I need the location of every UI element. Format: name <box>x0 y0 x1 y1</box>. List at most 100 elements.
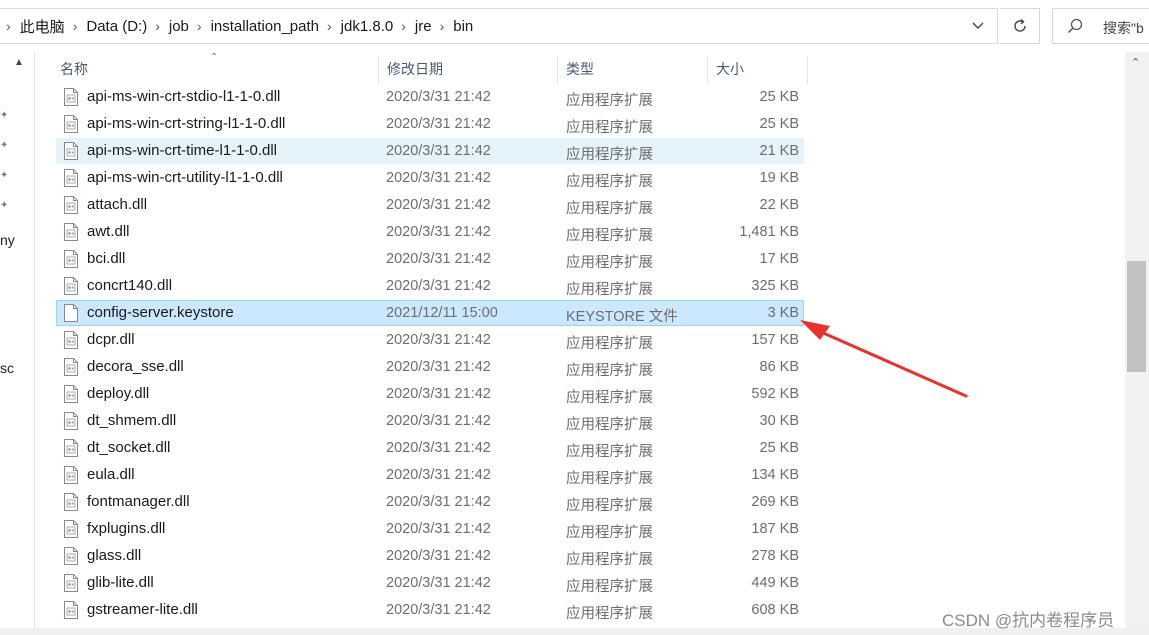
file-size: 25 KB <box>759 440 800 456</box>
file-row[interactable]: fontmanager.dll 2020/3/31 21:42 应用程序扩展 269 … <box>56 489 804 515</box>
chevron-right-icon[interactable]: › <box>440 18 445 34</box>
dll-file-icon <box>64 169 78 187</box>
address-history-button[interactable] <box>960 9 996 43</box>
dll-file-icon <box>64 385 78 403</box>
file-row[interactable]: fxplugins.dll 2020/3/31 21:42 应用程序扩展 187 KB <box>56 516 804 542</box>
file-row[interactable]: attach.dll 2020/3/31 21:42 应用程序扩展 22 KB <box>56 192 804 218</box>
column-divider[interactable] <box>707 56 708 84</box>
column-header-row: ⌃ 名称 修改日期 类型 大小 <box>34 52 1124 86</box>
search-box[interactable]: 搜索"b <box>1052 8 1149 44</box>
file-size: 608 KB <box>751 602 799 618</box>
dll-file-icon <box>64 574 78 592</box>
chevron-right-icon[interactable]: › <box>197 18 202 34</box>
column-divider[interactable] <box>557 56 558 84</box>
file-type: 应用程序扩展 <box>566 120 653 136</box>
file-date: 2020/3/31 21:42 <box>386 278 491 294</box>
breadcrumb-item[interactable]: job <box>169 18 189 35</box>
file-row[interactable]: awt.dll 2020/3/31 21:42 应用程序扩展 1,481 KB <box>56 219 804 245</box>
file-size: 278 KB <box>751 548 799 564</box>
pin-icon: ✦ <box>0 170 9 181</box>
file-row[interactable]: api-ms-win-crt-stdio-l1-1-0.dll 2020/3/31… <box>56 84 804 110</box>
file-row[interactable]: api-ms-win-crt-time-l1-1-0.dll 2020/3/31 … <box>56 138 804 164</box>
file-name: dt_socket.dll <box>87 439 171 456</box>
file-size: 1,481 KB <box>739 224 799 240</box>
file-date: 2020/3/31 21:42 <box>386 548 491 564</box>
chevron-right-icon[interactable]: › <box>327 18 332 34</box>
breadcrumb-item[interactable]: 此电脑 <box>20 16 65 37</box>
file-date: 2020/3/31 21:42 <box>386 170 491 186</box>
file-type: 应用程序扩展 <box>566 93 653 109</box>
file-size: 30 KB <box>759 413 800 429</box>
file-row[interactable]: bci.dll 2020/3/31 21:42 应用程序扩展 17 KB <box>56 246 804 272</box>
file-type: KEYSTORE 文件 <box>566 309 678 325</box>
file-date: 2020/3/31 21:42 <box>386 467 491 483</box>
file-row[interactable]: decora_sse.dll 2020/3/31 21:42 应用程序扩展 86 KB <box>56 354 804 380</box>
file-type: 应用程序扩展 <box>566 228 653 244</box>
dll-file-icon <box>64 115 78 133</box>
sort-ascending-icon: ⌃ <box>210 52 219 63</box>
scrollbar-thumb[interactable] <box>1127 261 1146 372</box>
pin-icon: ✦ <box>0 140 9 151</box>
file-type: 应用程序扩展 <box>566 390 653 406</box>
breadcrumb-item[interactable]: bin <box>453 18 473 35</box>
column-divider[interactable] <box>378 56 379 84</box>
dll-file-icon <box>64 358 78 376</box>
file-row[interactable]: dcpr.dll 2020/3/31 21:42 应用程序扩展 157 KB <box>56 327 804 353</box>
file-type: 应用程序扩展 <box>566 471 653 487</box>
address-bar[interactable]: › 此电脑 › Data (D:) › job › installation_path › jdk… <box>0 8 998 44</box>
file-row[interactable]: glib-lite.dll 2020/3/31 21:42 应用程序扩展 449 KB <box>56 570 804 596</box>
file-type: 应用程序扩展 <box>566 282 653 298</box>
dll-file-icon <box>64 250 78 268</box>
file-type: 应用程序扩展 <box>566 579 653 595</box>
vertical-scrollbar[interactable]: ⌃ <box>1125 52 1149 635</box>
file-row[interactable]: concrt140.dll 2020/3/31 21:42 应用程序扩展 325 KB <box>56 273 804 299</box>
chevron-right-icon[interactable]: › <box>6 18 11 34</box>
chevron-right-icon[interactable]: › <box>401 18 406 34</box>
column-header-name[interactable]: 名称 <box>60 52 88 86</box>
file-type: 应用程序扩展 <box>566 444 653 460</box>
file-date: 2020/3/31 21:42 <box>386 197 491 213</box>
column-header-date[interactable]: 修改日期 <box>387 52 443 86</box>
file-size: 21 KB <box>759 143 800 159</box>
column-header-type[interactable]: 类型 <box>566 52 594 86</box>
chevron-right-icon[interactable]: › <box>155 18 160 34</box>
file-row[interactable]: glass.dll 2020/3/31 21:42 应用程序扩展 278 KB <box>56 543 804 569</box>
file-row[interactable]: dt_shmem.dll 2020/3/31 21:42 应用程序扩展 30 KB <box>56 408 804 434</box>
nav-item-label[interactable]: ny <box>0 232 15 248</box>
file-type: 应用程序扩展 <box>566 525 653 541</box>
file-name: api-ms-win-crt-utility-l1-1-0.dll <box>87 169 283 186</box>
file-row[interactable]: config-server.keystore 2021/12/11 15:00 KE… <box>56 300 804 326</box>
breadcrumb-item[interactable]: installation_path <box>211 18 319 35</box>
file-name: api-ms-win-crt-string-l1-1-0.dll <box>87 115 286 132</box>
file-name: decora_sse.dll <box>87 358 184 375</box>
column-divider[interactable] <box>807 56 808 84</box>
dll-file-icon <box>64 547 78 565</box>
file-name: gstreamer-lite.dll <box>87 601 198 618</box>
scroll-up-icon[interactable]: ⌃ <box>1131 56 1140 69</box>
file-row[interactable]: api-ms-win-crt-utility-l1-1-0.dll 2020/3/… <box>56 165 804 191</box>
file-row[interactable]: api-ms-win-crt-string-l1-1-0.dll 2020/3/3… <box>56 111 804 137</box>
nav-item-label[interactable]: sc <box>0 360 14 376</box>
file-row[interactable]: deploy.dll 2020/3/31 21:42 应用程序扩展 592 KB <box>56 381 804 407</box>
watermark: CSDN @抗内卷程序员 <box>942 611 1115 630</box>
dll-file-icon <box>64 520 78 538</box>
file-size: 134 KB <box>751 467 799 483</box>
file-type: 应用程序扩展 <box>566 255 653 271</box>
file-type: 应用程序扩展 <box>566 336 653 352</box>
file-name: fontmanager.dll <box>87 493 190 510</box>
refresh-button[interactable] <box>1000 8 1040 44</box>
nav-scroll-up-icon[interactable]: ▲ <box>14 57 24 68</box>
chevron-right-icon[interactable]: › <box>73 18 78 34</box>
file-row[interactable]: eula.dll 2020/3/31 21:42 应用程序扩展 134 KB <box>56 462 804 488</box>
file-date: 2020/3/31 21:42 <box>386 89 491 105</box>
column-header-size[interactable]: 大小 <box>716 52 744 86</box>
breadcrumb-item[interactable]: Data (D:) <box>86 18 147 35</box>
breadcrumb-item[interactable]: jdk1.8.0 <box>341 18 394 35</box>
file-row[interactable]: gstreamer-lite.dll 2020/3/31 21:42 应用程序扩展 6… <box>56 597 804 623</box>
pin-icon: ✦ <box>0 110 9 121</box>
red-arrow-annotation <box>800 320 968 398</box>
file-name: api-ms-win-crt-time-l1-1-0.dll <box>87 142 278 159</box>
file-row[interactable]: dt_socket.dll 2020/3/31 21:42 应用程序扩展 25 KB <box>56 435 804 461</box>
dll-file-icon <box>64 331 78 349</box>
breadcrumb-item[interactable]: jre <box>415 18 432 35</box>
